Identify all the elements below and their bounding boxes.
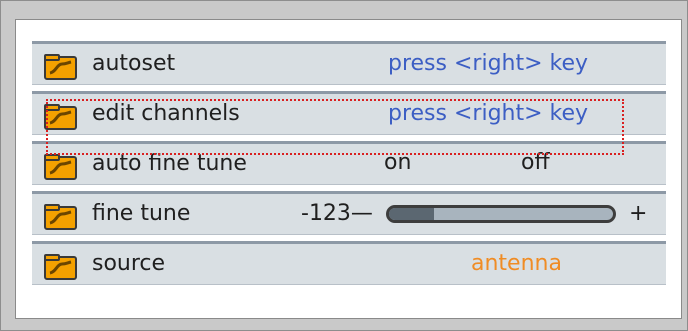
settings-menu: autoset press <right> key edit channels … [32,41,666,291]
menu-item-auto-fine-tune[interactable]: auto fine tune on off [32,141,666,185]
menu-item-label: edit channels [92,101,240,126]
plus-sign: + [629,201,648,226]
menu-item-label: autoset [92,51,176,76]
option-off[interactable]: off [521,144,550,182]
menu-item-value: press <right> key [388,51,589,76]
folder-icon [44,204,77,230]
menu-item-label: source [92,251,166,276]
folder-icon [44,54,77,80]
menu-item-label: auto fine tune [92,151,247,176]
menu-item-fine-tune[interactable]: fine tune -123— + [32,191,666,235]
menu-item-source[interactable]: source antenna [32,241,666,285]
menu-item-autoset[interactable]: autoset press <right> key [32,41,666,85]
fine-tune-value: -123— [301,201,373,226]
option-on[interactable]: on [384,144,411,182]
source-value[interactable]: antenna [471,244,562,284]
window-frame: autoset press <right> key edit channels … [0,0,688,331]
folder-icon [44,154,77,180]
slider-fill [389,208,434,220]
folder-icon [44,104,77,130]
fine-tune-slider[interactable] [386,205,616,223]
menu-item-label: fine tune [92,201,191,226]
folder-icon [44,254,77,280]
menu-item-edit-channels[interactable]: edit channels press <right> key [32,91,666,135]
menu-item-value: press <right> key [388,101,589,126]
